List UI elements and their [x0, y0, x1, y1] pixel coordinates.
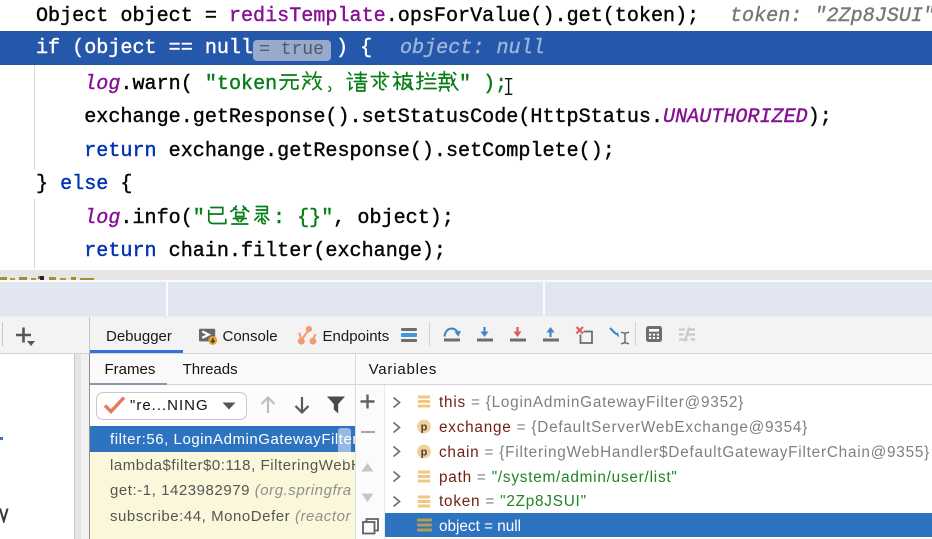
- svg-text:p: p: [421, 421, 428, 433]
- svg-text:p: p: [421, 446, 428, 458]
